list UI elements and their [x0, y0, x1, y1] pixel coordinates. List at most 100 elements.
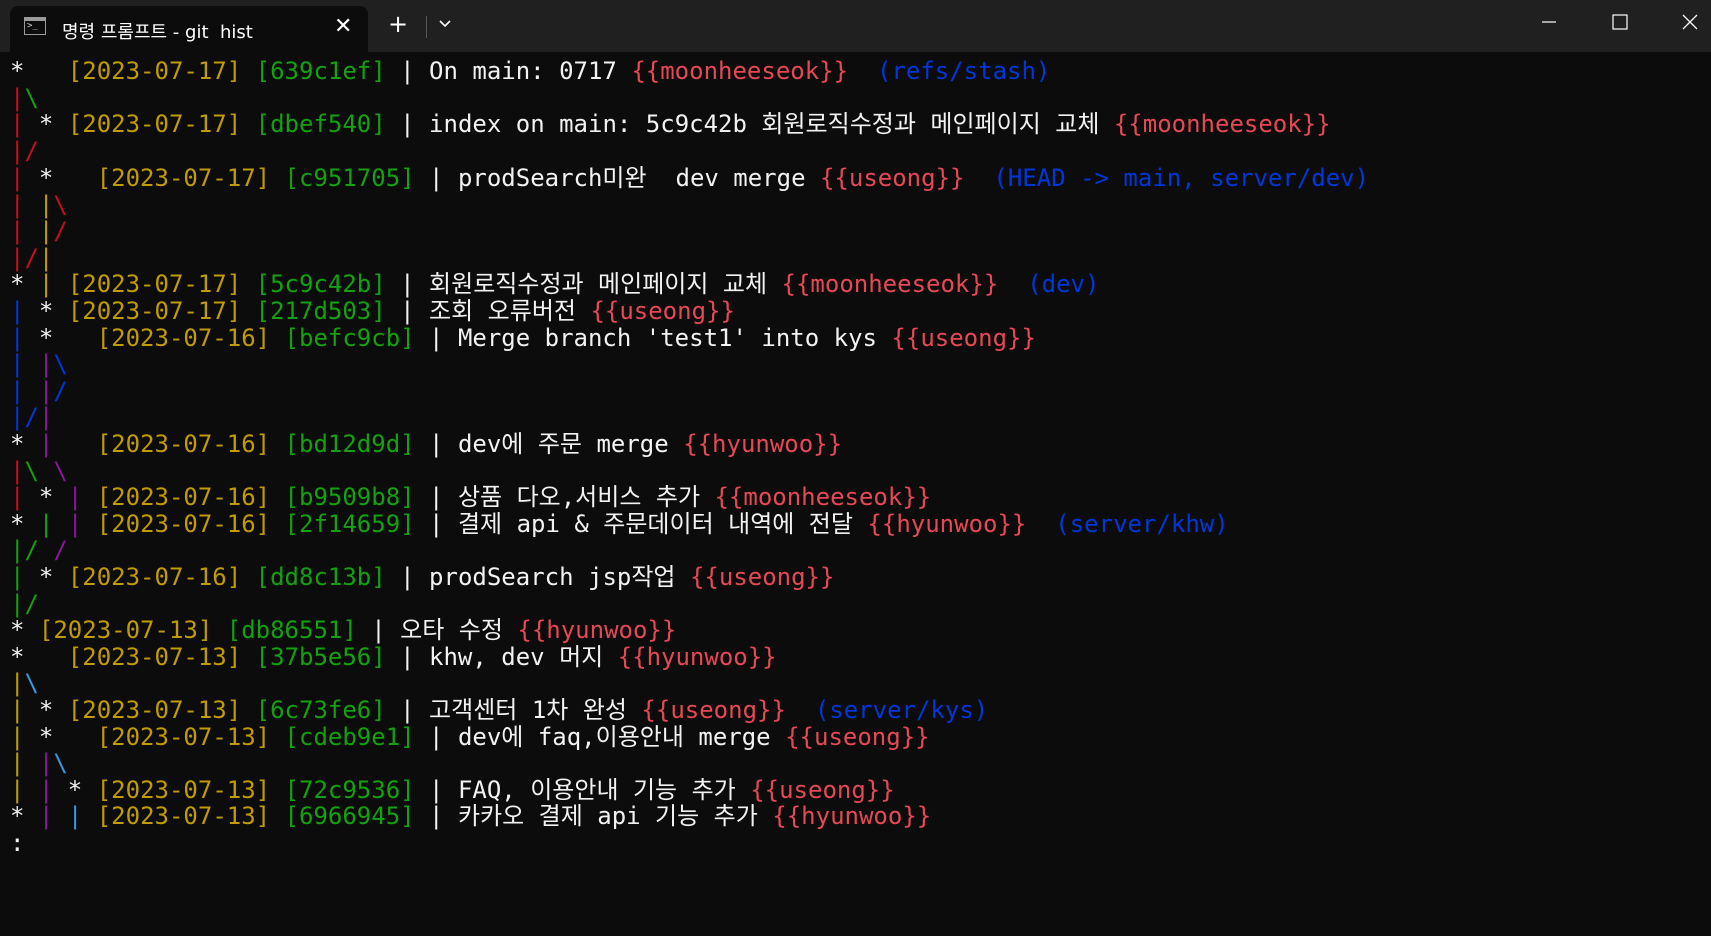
terminal-segment: [2023-07-16]: [96, 483, 271, 511]
terminal-segment: | 상품 다오,서비스 추가: [414, 483, 715, 511]
terminal-segment: {{moonheeseok}}: [1113, 110, 1331, 138]
terminal-output[interactable]: * [2023-07-17] [639c1ef] | On main: 0717…: [0, 52, 1711, 936]
terminal-segment: [befc9cb]: [284, 324, 415, 352]
terminal-segment: *: [24, 110, 68, 138]
terminal-segment: |/: [10, 536, 39, 564]
terminal-segment: [241, 643, 255, 671]
terminal-segment: *: [10, 57, 68, 85]
terminal-line: * [2023-07-13] [37b5e56] | khw, dev 머지 {…: [10, 643, 777, 672]
terminal-segment: |: [67, 802, 83, 830]
terminal-line: | * [2023-07-17] [c951705] | prodSearch미…: [10, 164, 1369, 193]
terminal-segment: {{useong}}: [689, 563, 835, 591]
close-tab-button[interactable]: ✕: [334, 14, 352, 39]
terminal-segment: /: [53, 377, 68, 405]
terminal-line: |/|: [10, 403, 53, 432]
terminal-segment: |: [10, 749, 25, 777]
new-tab-button[interactable]: +: [388, 10, 408, 38]
terminal-segment: | 결제 api & 주문데이터 내역에 전달: [414, 510, 868, 538]
terminal-segment: |: [10, 164, 25, 192]
terminal-segment: [2023-07-17]: [67, 110, 242, 138]
terminal-segment: [241, 110, 255, 138]
terminal-segment: [37b5e56]: [255, 643, 386, 671]
terminal-segment: [39, 536, 53, 564]
terminal-segment: [217d503]: [255, 297, 386, 325]
terminal-segment: [270, 430, 284, 458]
terminal-segment: [270, 776, 284, 804]
terminal-segment: {{useong}}: [891, 324, 1036, 352]
terminal-segment: [24, 217, 38, 245]
terminal-line: | |\: [10, 350, 68, 379]
terminal-segment: *: [10, 643, 68, 671]
terminal-line: | | * [2023-07-13] [72c9536] | FAQ, 이용안내…: [10, 776, 895, 805]
tab-command-prompt[interactable]: >_ 명령 프롬프트 - git hist ✕: [10, 6, 368, 52]
terminal-segment: {{hyunwoo}}: [867, 510, 1027, 538]
terminal-segment: |: [38, 191, 54, 219]
terminal-segment: [786, 696, 815, 724]
terminal-segment: [dd8c13b]: [255, 563, 386, 591]
terminal-segment: \: [53, 191, 68, 219]
close-icon[interactable]: [1660, 0, 1711, 46]
terminal-line: |\: [10, 84, 39, 113]
terminal-segment: \: [53, 350, 68, 378]
terminal-segment: |: [10, 217, 25, 245]
maximize-icon[interactable]: [1590, 0, 1650, 46]
terminal-segment: \: [53, 749, 68, 777]
terminal-segment: [270, 483, 284, 511]
terminal-line: | * [2023-07-17] [217d503] | 조회 오류버전 {{u…: [10, 297, 735, 326]
terminal-segment: [270, 324, 284, 352]
terminal-segment: |/: [10, 244, 39, 272]
terminal-segment: | prodSearch jsp작업: [385, 563, 690, 591]
terminal-segment: | prodSearch미완 dev merge: [414, 164, 820, 192]
chevron-down-icon[interactable]: [436, 14, 454, 32]
terminal-segment: {{moonheeseok}}: [781, 270, 999, 298]
terminal-segment: | 카카오 결제 api 기능 추가: [414, 802, 773, 830]
terminal-segment: |: [10, 377, 25, 405]
terminal-segment: | khw, dev 머지: [385, 643, 618, 671]
terminal-segment: [2023-07-16]: [96, 430, 271, 458]
terminal-segment: \: [24, 669, 39, 697]
terminal-segment: [24, 377, 38, 405]
terminal-segment: |: [10, 84, 25, 112]
terminal-segment: [c951705]: [284, 164, 415, 192]
terminal-segment: {{useong}}: [750, 776, 895, 804]
terminal-segment: [270, 510, 284, 538]
terminal-segment: |: [38, 350, 54, 378]
terminal-segment: |: [38, 270, 54, 298]
terminal-segment: *: [24, 563, 68, 591]
terminal-segment: {{useong}}: [590, 297, 735, 325]
terminal-segment: *: [10, 270, 39, 298]
terminal-line: | * [2023-07-16] [dd8c13b] | prodSearch …: [10, 563, 834, 592]
terminal-segment: {{hyunwoo}}: [683, 430, 843, 458]
terminal-segment: [2023-07-13]: [96, 802, 271, 830]
terminal-segment: [2023-07-13]: [38, 616, 213, 644]
terminal-segment: {{moonheeseok}}: [714, 483, 932, 511]
terminal-segment: [241, 57, 255, 85]
terminal-segment: | 조회 오류버전: [385, 297, 591, 325]
terminal-segment: [2023-07-16]: [96, 510, 271, 538]
terminal-segment: [53, 270, 67, 298]
terminal-segment: |: [38, 244, 54, 272]
terminal-segment: {{hyunwoo}}: [617, 643, 777, 671]
terminal-segment: [24, 749, 38, 777]
terminal-segment: [dbef540]: [255, 110, 386, 138]
terminal-segment: *: [24, 164, 97, 192]
terminal-segment: *: [53, 776, 97, 804]
minimize-icon[interactable]: [1524, 0, 1584, 46]
terminal-segment: [2023-07-13]: [96, 776, 271, 804]
terminal-segment: [241, 696, 255, 724]
terminal-segment: [270, 723, 284, 751]
tab-divider: [426, 16, 427, 38]
terminal-segment: [82, 510, 96, 538]
terminal-segment: [2023-07-16]: [67, 563, 242, 591]
terminal-segment: [998, 270, 1027, 298]
terminal-segment: | dev에 주문 merge: [414, 430, 684, 458]
terminal-segment: | 회원로직수정과 메인페이지 교체: [385, 270, 782, 298]
terminal-line: * | | [2023-07-13] [6966945] | 카카오 결제 ap…: [10, 802, 931, 831]
terminal-segment: | FAQ, 이용안내 기능 추가: [414, 776, 751, 804]
terminal-segment: |: [10, 350, 25, 378]
terminal-segment: [639c1ef]: [255, 57, 386, 85]
terminal-line: | |/: [10, 377, 68, 406]
terminal-segment: |: [10, 457, 25, 485]
terminal-segment: [cdeb9e1]: [284, 723, 415, 751]
terminal-line: | |\: [10, 749, 68, 778]
